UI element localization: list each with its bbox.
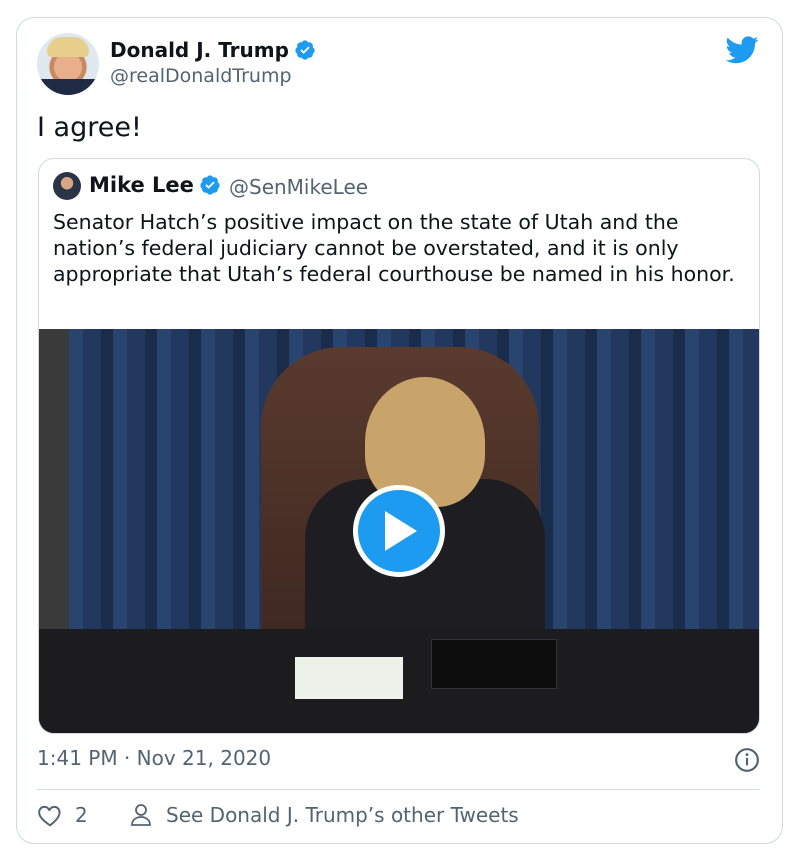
- info-icon[interactable]: [734, 747, 760, 773]
- quoted-avatar[interactable]: [53, 172, 81, 200]
- heart-icon[interactable]: [37, 803, 63, 827]
- like-action[interactable]: 2: [37, 803, 88, 827]
- background-wall: [39, 329, 69, 629]
- desk-binder: [431, 639, 557, 689]
- author-handle[interactable]: @realDonaldTrump: [110, 65, 292, 87]
- quoted-author-handle[interactable]: @SenMikeLee: [229, 175, 368, 199]
- quoted-author-name[interactable]: Mike Lee: [89, 173, 194, 197]
- play-button[interactable]: [353, 485, 445, 577]
- see-other-tweets-label[interactable]: See Donald J. Trump’s other Tweets: [166, 803, 519, 827]
- tweet-text: I agree!: [37, 112, 142, 143]
- author-avatar[interactable]: [37, 33, 99, 95]
- twitter-bird-icon[interactable]: [726, 36, 759, 64]
- verified-badge-icon: [295, 40, 315, 60]
- desk-paper: [295, 657, 403, 699]
- quoted-name-row[interactable]: Mike Lee: [89, 173, 221, 197]
- author-name-row[interactable]: Donald J. Trump: [110, 38, 316, 62]
- play-icon: [385, 511, 417, 551]
- divider: [37, 789, 760, 790]
- like-count: 2: [75, 803, 88, 827]
- see-other-tweets-link[interactable]: See Donald J. Trump’s other Tweets: [130, 803, 519, 827]
- avatar-suit: [37, 79, 99, 95]
- author-name[interactable]: Donald J. Trump: [110, 38, 289, 62]
- quoted-tweet[interactable]: Mike Lee @SenMikeLee Senator Hatch’s pos…: [38, 158, 760, 734]
- video-thumbnail[interactable]: [39, 329, 759, 733]
- person-icon: [131, 804, 151, 826]
- verified-badge-icon: [200, 175, 220, 195]
- avatar-hair: [47, 37, 89, 57]
- quoted-tweet-text: Senator Hatch’s positive impact on the s…: [53, 210, 735, 286]
- tweet-timestamp[interactable]: 1:41 PM · Nov 21, 2020: [37, 746, 271, 770]
